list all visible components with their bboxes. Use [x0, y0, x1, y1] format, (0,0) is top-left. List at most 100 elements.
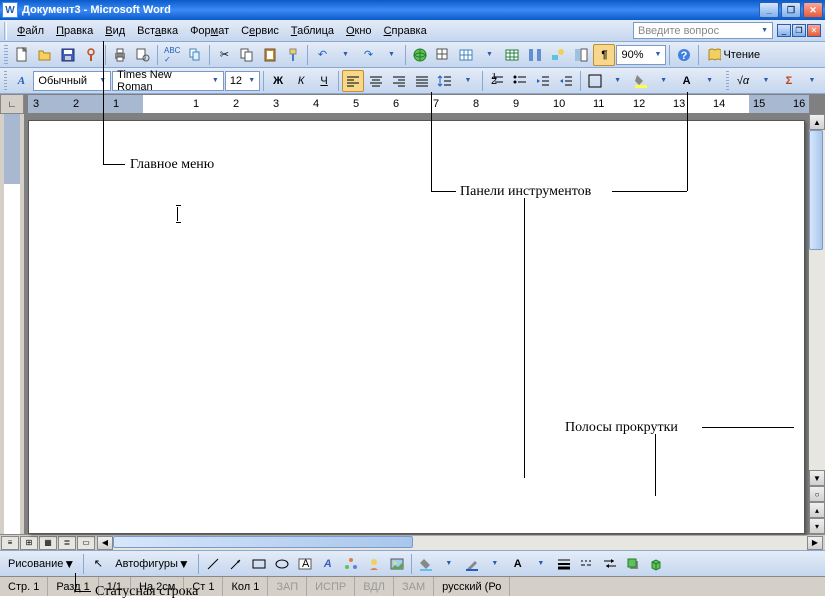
vertical-ruler[interactable] [0, 114, 24, 534]
copy-button[interactable] [236, 44, 258, 66]
decrease-indent-button[interactable] [532, 70, 554, 92]
doc-close-button[interactable]: ✕ [807, 24, 821, 37]
equation-button[interactable]: Σ [778, 70, 800, 92]
print-preview-button[interactable] [132, 44, 154, 66]
redo-button[interactable]: ↷ [357, 44, 379, 66]
close-button[interactable]: ✕ [803, 2, 823, 18]
insert-picture-button[interactable] [386, 553, 408, 575]
tables-borders-button[interactable] [432, 44, 454, 66]
highlight-dropdown[interactable]: ▼ [653, 70, 675, 92]
status-ext[interactable]: ВДЛ [355, 577, 394, 596]
show-formatting-button[interactable]: ¶ [593, 44, 615, 66]
research-button[interactable] [184, 44, 206, 66]
italic-button[interactable]: К [290, 70, 312, 92]
bullets-button[interactable] [509, 70, 531, 92]
horizontal-scrollbar[interactable]: ◀ ▶ [97, 536, 823, 550]
numbering-button[interactable]: 12 [486, 70, 508, 92]
reading-view-button[interactable]: ▭ [77, 536, 95, 550]
drawing-menu-button[interactable]: Рисование ▼ [3, 553, 80, 575]
status-lang[interactable]: русский (Ро [434, 577, 510, 596]
status-ovr[interactable]: ЗАМ [394, 577, 434, 596]
align-right-button[interactable] [388, 70, 410, 92]
status-rec[interactable]: ЗАП [268, 577, 307, 596]
doc-minimize-button[interactable]: _ [777, 24, 791, 37]
wordart-button[interactable]: A [317, 553, 339, 575]
hyperlink-button[interactable] [409, 44, 431, 66]
oval-tool-button[interactable] [271, 553, 293, 575]
insert-table-button[interactable] [455, 44, 477, 66]
scroll-down-button[interactable]: ▼ [809, 470, 825, 486]
align-left-button[interactable] [342, 70, 364, 92]
horizontal-ruler[interactable]: ∟ 32112345678910111213141516 [0, 94, 825, 114]
menu-table[interactable]: Таблица [285, 23, 340, 39]
permission-button[interactable] [80, 44, 102, 66]
insert-spreadsheet-button[interactable] [501, 44, 523, 66]
menu-edit[interactable]: Правка [50, 23, 99, 39]
columns-button[interactable] [524, 44, 546, 66]
textbox-tool-button[interactable]: A [294, 553, 316, 575]
arrow-style-button[interactable] [599, 553, 621, 575]
prev-page-button[interactable]: ▴ [809, 502, 825, 518]
shadow-button[interactable] [622, 553, 644, 575]
reading-layout-button[interactable]: Чтение [702, 44, 765, 66]
browse-object-button[interactable]: ○ [809, 486, 825, 502]
font-color-button[interactable]: A [676, 70, 698, 92]
menu-format[interactable]: Формат [184, 23, 235, 39]
align-justify-button[interactable] [411, 70, 433, 92]
align-center-button[interactable] [365, 70, 387, 92]
redo-dropdown[interactable]: ▼ [380, 44, 402, 66]
line-spacing-dropdown[interactable]: ▼ [457, 70, 479, 92]
increase-indent-button[interactable] [555, 70, 577, 92]
scroll-up-button[interactable]: ▲ [809, 114, 825, 130]
menu-file[interactable]: Файл [11, 23, 50, 39]
table-dropdown[interactable]: ▼ [478, 44, 500, 66]
highlight-button[interactable] [630, 70, 652, 92]
scroll-left-button[interactable]: ◀ [97, 536, 113, 550]
spelling-button[interactable]: ABC✓ [161, 44, 183, 66]
menu-help[interactable]: Справка [378, 23, 433, 39]
new-button[interactable] [11, 44, 33, 66]
menu-insert[interactable]: Вставка [131, 23, 184, 39]
undo-dropdown[interactable]: ▼ [334, 44, 356, 66]
save-button[interactable] [57, 44, 79, 66]
diagram-button[interactable] [340, 553, 362, 575]
minimize-button[interactable]: _ [759, 2, 779, 18]
menu-tools[interactable]: Сервис [235, 23, 285, 39]
scroll-thumb[interactable] [809, 130, 823, 250]
tab-selector[interactable]: ∟ [0, 94, 24, 114]
doc-restore-button[interactable]: ❐ [792, 24, 806, 37]
web-view-button[interactable]: ⊞ [20, 536, 38, 550]
superscript-button[interactable]: √α [732, 70, 754, 92]
3d-button[interactable] [645, 553, 667, 575]
cut-button[interactable]: ✂ [213, 44, 235, 66]
clipart-button[interactable] [363, 553, 385, 575]
line-spacing-button[interactable] [434, 70, 456, 92]
font-size-combo[interactable]: 12▼ [225, 71, 260, 91]
line-style-button[interactable] [553, 553, 575, 575]
restore-button[interactable]: ❐ [781, 2, 801, 18]
menu-window[interactable]: Окно [340, 23, 378, 39]
select-objects-button[interactable]: ↖ [87, 553, 109, 575]
font-color-draw-button[interactable]: A [507, 553, 529, 575]
status-trk[interactable]: ИСПР [307, 577, 355, 596]
borders-button[interactable] [584, 70, 606, 92]
fill-color-button[interactable] [415, 553, 437, 575]
vertical-scrollbar[interactable]: ▲ ▼ ○ ▴ ▾ [809, 114, 825, 534]
open-button[interactable] [34, 44, 56, 66]
borders-dropdown[interactable]: ▼ [607, 70, 629, 92]
menu-view[interactable]: Вид [99, 23, 131, 39]
dash-style-button[interactable] [576, 553, 598, 575]
arrow-tool-button[interactable] [225, 553, 247, 575]
line-color-button[interactable] [461, 553, 483, 575]
bold-button[interactable]: Ж [267, 70, 289, 92]
font-color-dropdown[interactable]: ▼ [699, 70, 721, 92]
styles-pane-button[interactable]: A [10, 70, 32, 92]
scroll-right-button[interactable]: ▶ [807, 536, 823, 550]
next-page-button[interactable]: ▾ [809, 518, 825, 534]
line-tool-button[interactable] [202, 553, 224, 575]
normal-view-button[interactable]: ≡ [1, 536, 19, 550]
autoshapes-button[interactable]: Автофигуры ▼ [110, 553, 194, 575]
paste-button[interactable] [259, 44, 281, 66]
underline-button[interactable]: Ч [313, 70, 335, 92]
font-combo[interactable]: Times New Roman▼ [112, 71, 224, 91]
